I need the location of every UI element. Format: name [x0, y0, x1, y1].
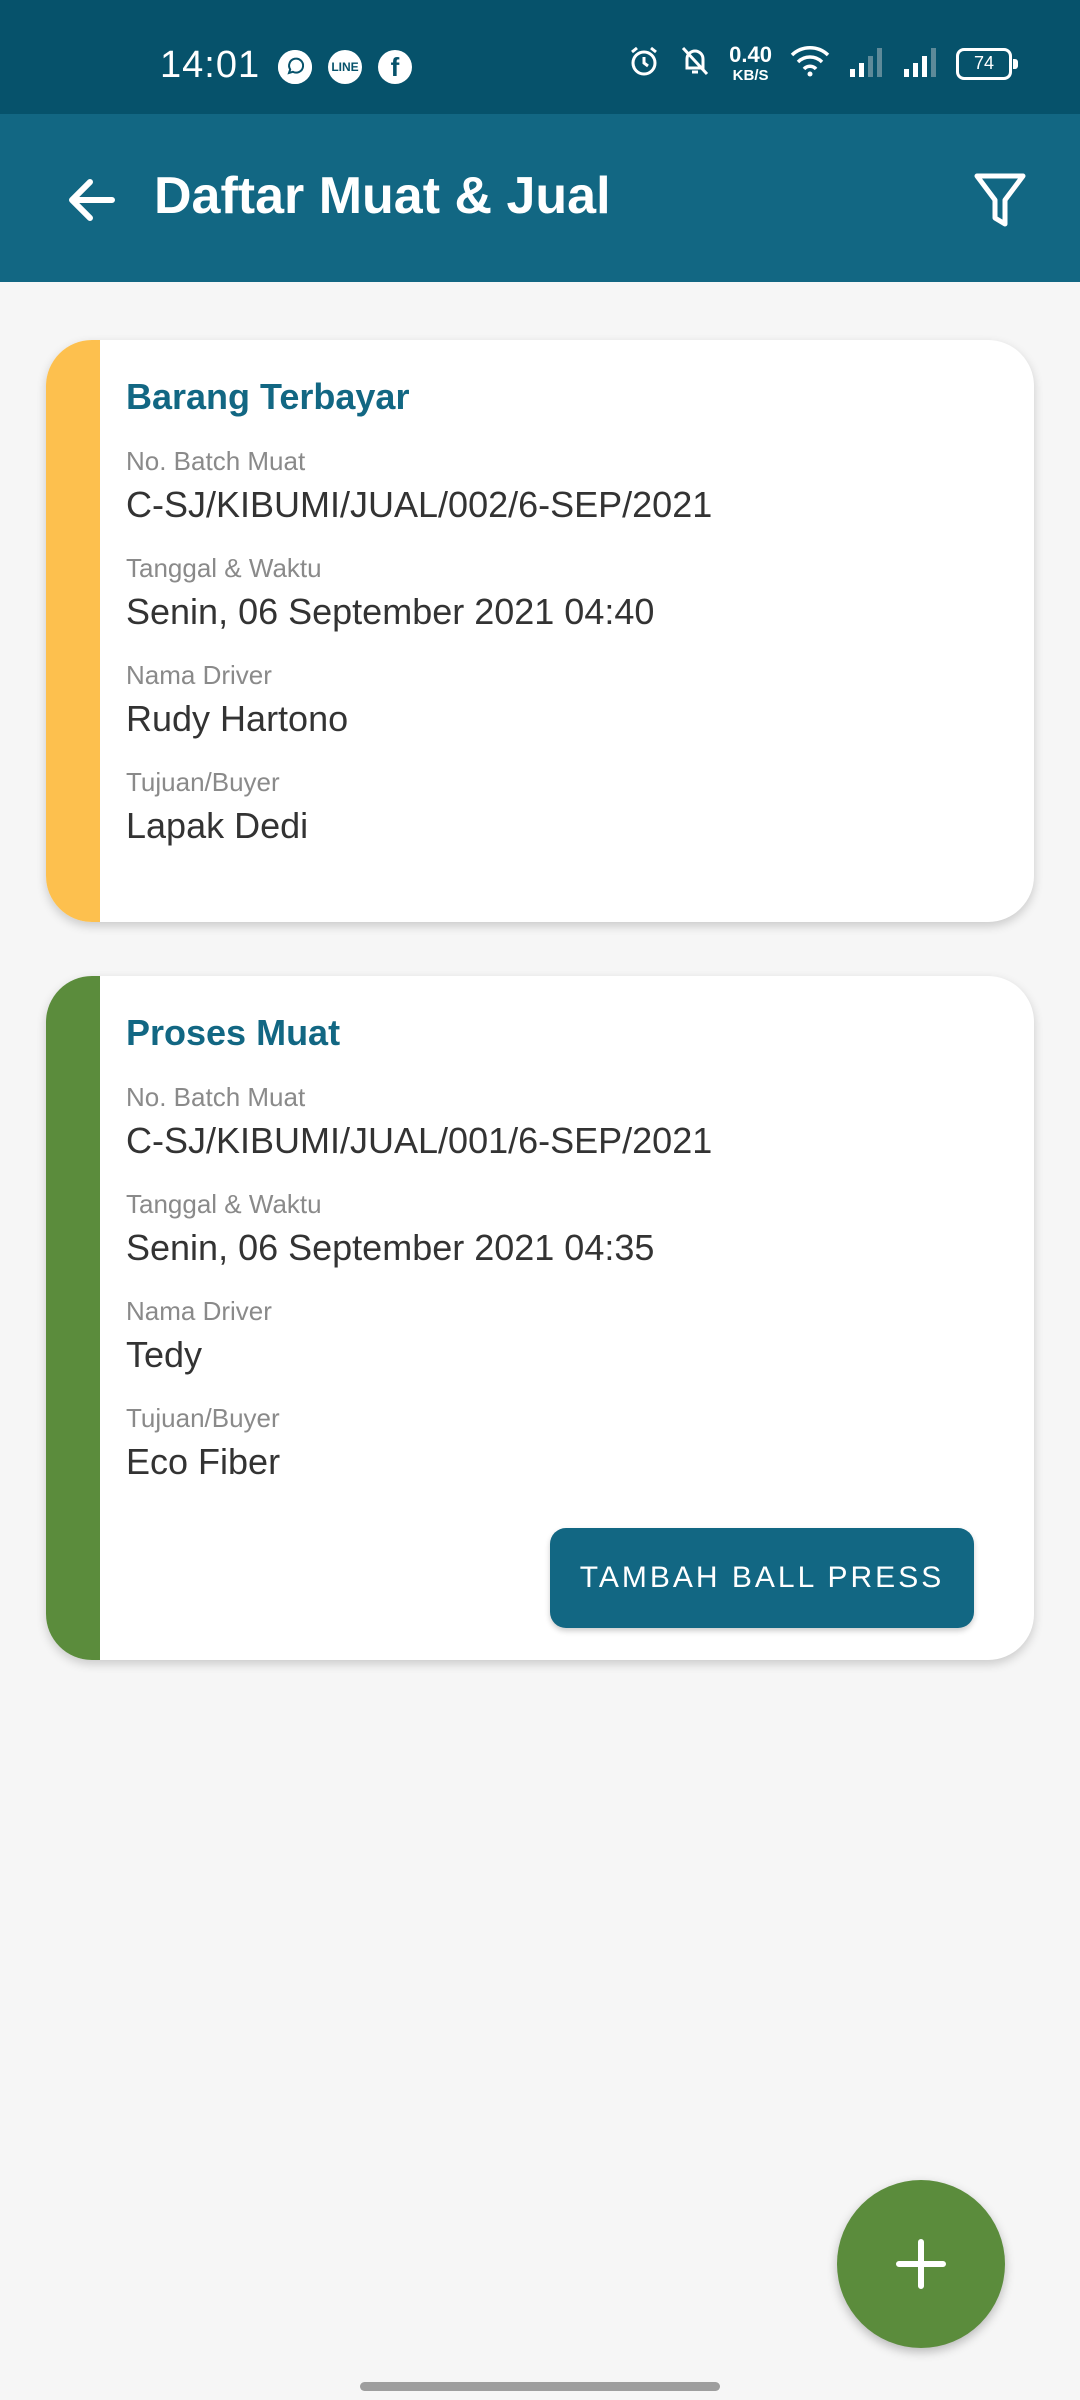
add-fab-button[interactable] — [837, 2180, 1005, 2348]
buyer-label: Tujuan/Buyer — [126, 1403, 280, 1433]
batch-value: C-SJ/KIBUMI/JUAL/002/6-SEP/2021 — [126, 484, 713, 525]
status-bar: 14:01 LINE f 0.40 KB/S 74 — [0, 0, 1080, 114]
status-app-icons: LINE f — [278, 50, 412, 84]
signal-sim1-icon — [848, 45, 884, 82]
net-speed-value: 0.40 — [729, 42, 772, 67]
datetime-label: Tanggal & Waktu — [126, 1189, 322, 1219]
driver-label: Nama Driver — [126, 660, 272, 690]
battery-icon: 74 — [956, 47, 1018, 80]
datetime-value: Senin, 06 September 2021 04:40 — [126, 591, 655, 632]
status-stripe — [46, 340, 100, 922]
status-title: Proses Muat — [126, 1012, 341, 1053]
status-stripe — [46, 976, 100, 1660]
plus-icon — [896, 2239, 946, 2289]
signal-sim2-icon — [902, 45, 938, 82]
list-item[interactable]: Proses Muat No. Batch Muat C-SJ/KIBUMI/J… — [46, 976, 1034, 1660]
back-button[interactable] — [52, 160, 132, 240]
line-icon: LINE — [328, 50, 362, 84]
batch-value: C-SJ/KIBUMI/JUAL/001/6-SEP/2021 — [126, 1120, 713, 1161]
mute-notification-icon — [679, 44, 711, 83]
driver-label: Nama Driver — [126, 1296, 272, 1326]
app-bar: Daftar Muat & Jual — [0, 114, 1080, 282]
status-title: Barang Terbayar — [126, 376, 410, 417]
net-speed-unit: KB/S — [732, 67, 769, 84]
buyer-value: Lapak Dedi — [126, 805, 309, 846]
buyer-value: Eco Fiber — [126, 1441, 281, 1482]
wifi-icon — [790, 45, 830, 82]
filter-button[interactable] — [960, 160, 1040, 240]
alarm-icon — [627, 44, 661, 83]
facebook-icon: f — [378, 50, 412, 84]
datetime-value: Senin, 06 September 2021 04:35 — [126, 1227, 655, 1268]
driver-value: Tedy — [126, 1334, 203, 1375]
batch-label: No. Batch Muat — [126, 446, 306, 476]
list-item[interactable]: Barang Terbayar No. Batch Muat C-SJ/KIBU… — [46, 340, 1034, 922]
driver-value: Rudy Hartono — [126, 698, 349, 739]
status-right-icons: 0.40 KB/S 74 — [627, 42, 1018, 84]
home-indicator[interactable] — [360, 2382, 720, 2391]
filter-icon — [974, 173, 1026, 227]
page-title: Daftar Muat & Jual — [154, 167, 611, 225]
whatsapp-icon — [278, 50, 312, 84]
batch-label: No. Batch Muat — [126, 1082, 306, 1112]
status-time: 14:01 — [160, 44, 261, 86]
arrow-left-icon — [69, 179, 115, 221]
datetime-label: Tanggal & Waktu — [126, 553, 322, 583]
net-speed: 0.40 KB/S — [729, 42, 772, 84]
add-ball-press-button[interactable]: TAMBAH BALL PRESS — [550, 1528, 974, 1628]
buyer-label: Tujuan/Buyer — [126, 767, 280, 797]
